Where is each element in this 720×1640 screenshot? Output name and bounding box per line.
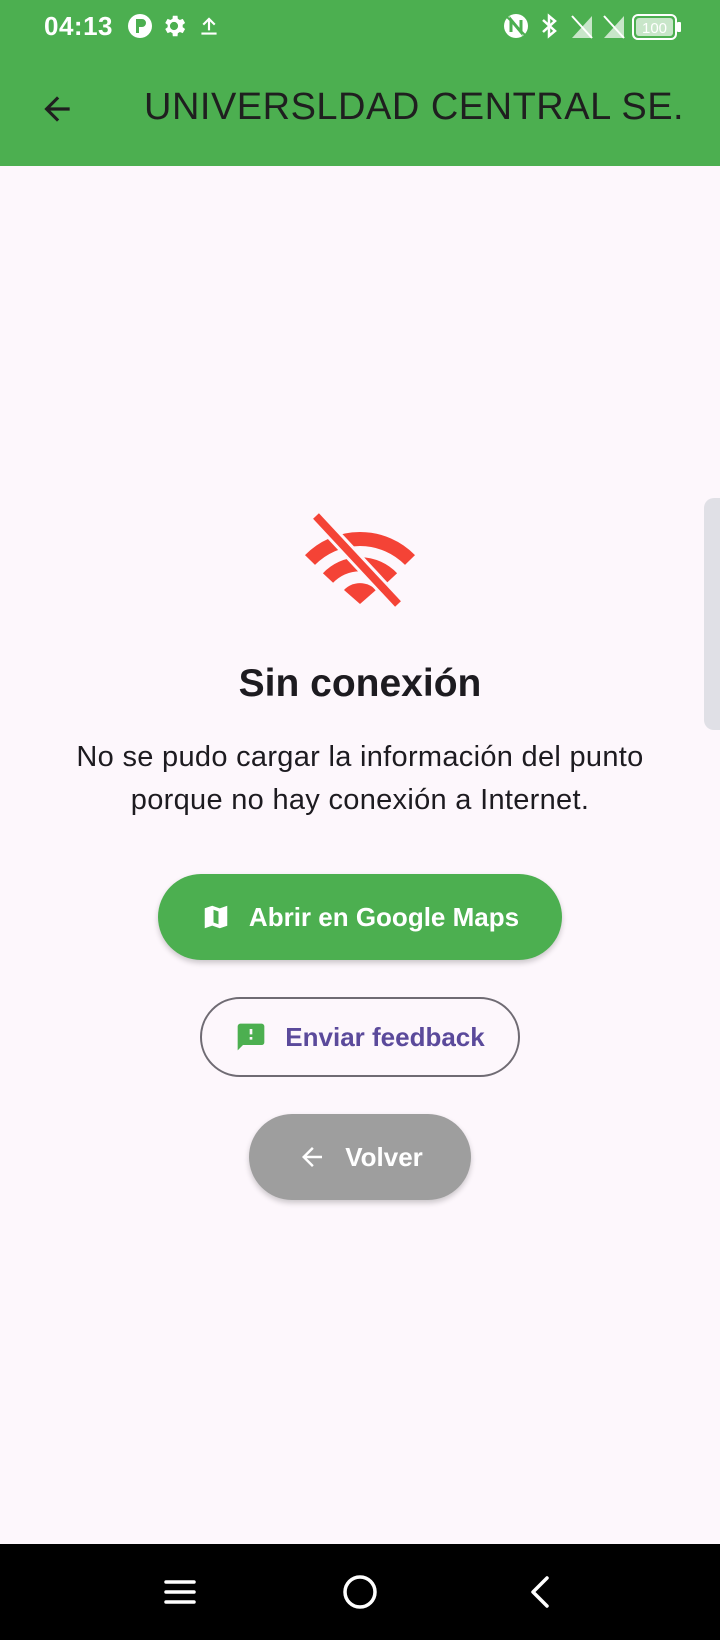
go-back-button[interactable]: Volver [249,1114,471,1200]
home-button[interactable] [330,1564,390,1624]
status-bar: 04:13 100 [0,0,720,54]
content-area [0,166,720,1544]
map-icon [201,902,231,932]
nfc-icon [502,12,530,45]
error-message: No se pudo cargar la información del pun… [76,741,644,816]
arrow-back-icon [297,1142,327,1172]
send-feedback-label: Enviar feedback [285,1021,485,1052]
battery-level: 100 [642,20,667,37]
bluetooth-icon [538,12,560,45]
feedback-icon [235,1021,267,1053]
back-icon [529,1575,551,1614]
nav-back-button[interactable] [510,1564,570,1624]
arrow-back-icon [38,90,76,133]
page-title: UNIVERSLDAD CENTRAL SE... [144,86,684,128]
battery-icon: 100 [632,14,682,45]
no-sim-icon [570,12,594,45]
status-time: 04:13 [44,11,113,41]
back-button[interactable] [28,82,86,140]
home-icon [342,1574,378,1615]
error-heading: Sin conexión [238,662,482,705]
send-feedback-button[interactable]: Enviar feedback [200,997,520,1077]
menu-icon [163,1578,197,1611]
wifi-off-icon [302,511,418,615]
upload-icon [196,12,222,45]
open-google-maps-label: Abrir en Google Maps [248,901,520,932]
app-bar: UNIVERSLDAD CENTRAL SE... [0,54,720,166]
no-sim-icon [602,12,626,45]
go-back-label: Volver [345,1141,423,1172]
recents-button[interactable] [150,1564,210,1624]
gear-icon [160,12,188,45]
p-app-icon [126,12,154,45]
open-google-maps-button[interactable]: Abrir en Google Maps [158,874,562,960]
system-nav-bar [0,1544,720,1640]
